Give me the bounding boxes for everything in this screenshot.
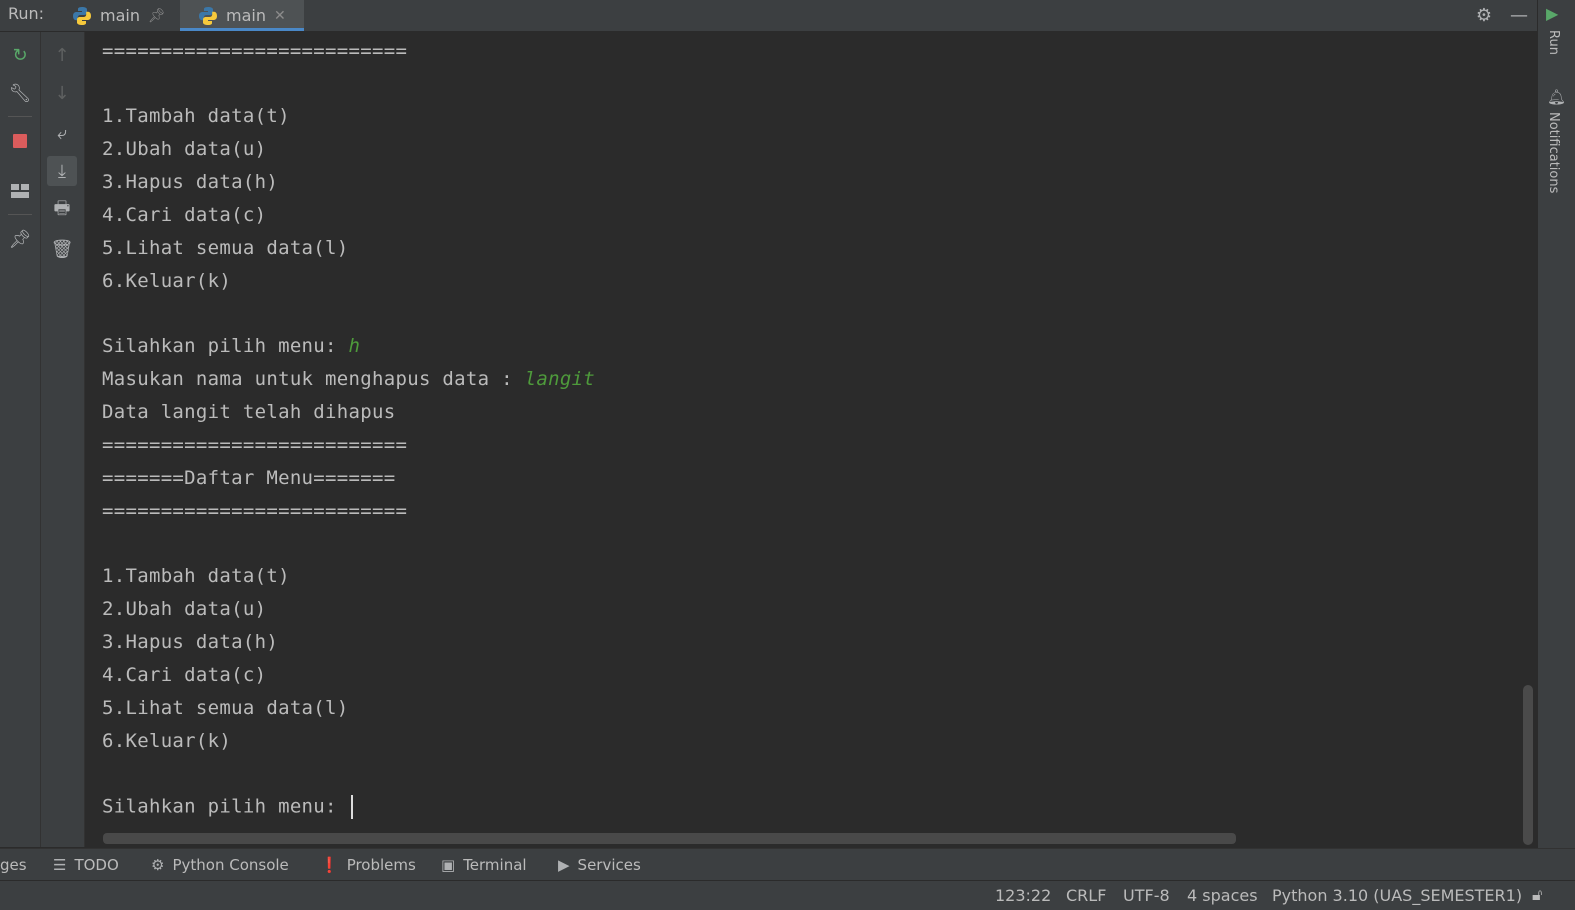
run-toolbar-primary: ↻ 🔧︎ 📌︎ [0,32,41,847]
arrow-down-icon[interactable]: ↓ [47,78,77,108]
tool-window-bar: ges ☰ TODO ⚙ Python Console ❗ Problems ▣ Ter… [0,848,1575,881]
python-console-icon: ⚙ [151,856,165,874]
console-line: 5.Lihat semua data(l) [102,237,349,259]
list-icon: ☰ [53,856,67,874]
services-icon: ▶ [558,856,570,874]
tool-window-partial[interactable]: ges [0,849,27,881]
console-line: 1.Tambah data(t) [102,105,290,127]
terminal-icon: ▣ [441,856,456,874]
prompt-text: Silahkan pilih menu: [102,335,349,357]
tool-label: Problems [346,856,416,874]
layout-icon[interactable] [5,176,35,206]
console-line: ========================== [102,40,408,62]
tab-label: main [100,6,140,25]
stop-icon[interactable] [5,126,35,156]
console-line: Silahkan pilih menu: h [102,335,360,357]
run-label: Run: [8,4,45,23]
rerun-icon[interactable]: ↻ [5,40,35,70]
horizontal-scrollbar[interactable] [103,833,1236,844]
soft-wrap-icon[interactable]: ⤶ [47,118,77,148]
tool-label: Services [577,856,641,874]
scroll-to-end-icon[interactable]: ⤓ [47,156,77,186]
prompt-text: Silahkan pilih menu: [102,795,349,818]
prompt-text: Masukan nama untuk menghapus data : [102,368,525,390]
tool-label: Python Console [172,856,289,874]
pin-tab-icon[interactable]: 📌︎ [5,224,35,254]
console-line: 2.Ubah data(u) [102,598,267,620]
print-icon[interactable]: 🖶 [47,196,77,226]
run-toolbar-secondary: ↑ ↓ ⤶ ⤓ 🖶 🗑︎ [41,32,85,847]
console-line: 1.Tambah data(t) [102,565,290,587]
console-line: ========================== [102,434,408,456]
run-tab-main-active[interactable]: main ✕ [180,0,304,31]
line-separator[interactable]: CRLF [1066,886,1106,905]
right-tool-strip: ▶ Run 🔔︎ Notifications [1537,0,1575,880]
console-line: 6.Keluar(k) [102,270,232,292]
separator [8,214,32,215]
user-input: langit [524,368,596,390]
arrow-up-icon[interactable]: ↑ [47,40,77,70]
console-line: 5.Lihat semua data(l) [102,697,349,719]
indent-setting[interactable]: 4 spaces [1187,886,1258,905]
vertical-scrollbar[interactable] [1523,685,1533,845]
run-tool-window-button[interactable]: Run [1546,30,1561,55]
tool-window-problems[interactable]: ❗ Problems [320,849,416,881]
run-play-icon[interactable]: ▶ [1546,4,1558,23]
console-line: Masukan nama untuk menghapus data : lang… [102,368,595,390]
tool-window-services[interactable]: ▶ Services [558,849,641,881]
minimize-icon[interactable]: — [1510,5,1528,26]
tab-label: main [226,6,266,25]
tool-label: TODO [74,856,119,874]
user-input: h [348,335,361,357]
tool-window-python-console[interactable]: ⚙ Python Console [151,849,289,881]
problems-icon: ❗ [320,856,339,874]
python-icon [73,6,91,25]
console-line: 3.Hapus data(h) [102,171,279,193]
tool-window-todo[interactable]: ☰ TODO [53,849,119,881]
console-line: =======Daftar Menu======= [102,467,396,489]
console-input-line[interactable]: Silahkan pilih menu: [102,795,353,819]
console-line: 3.Hapus data(h) [102,631,279,653]
run-panel-header: Run: main 📌︎ main ✕ ⚙ — [0,0,1540,32]
caret-position[interactable]: 123:22 [995,886,1051,905]
unlock-icon[interactable]: 🔓︎ [1532,885,1542,905]
console-line: 2.Ubah data(u) [102,138,267,160]
pin-icon[interactable]: 📌︎ [148,8,166,24]
console-line: ========================== [102,500,408,522]
file-encoding[interactable]: UTF-8 [1123,886,1170,905]
console-output[interactable]: ========================== 1.Tambah data… [86,32,1536,847]
close-icon[interactable]: ✕ [274,8,286,24]
tool-label: ges [0,856,27,874]
console-line: 6.Keluar(k) [102,730,232,752]
run-tab-main-pinned[interactable]: main 📌︎ [72,0,166,31]
tool-window-terminal[interactable]: ▣ Terminal [441,849,527,881]
notifications-tool-window-button[interactable]: Notifications [1546,112,1561,193]
trash-icon[interactable]: 🗑︎ [47,234,77,264]
bell-icon[interactable]: 🔔︎ [1547,88,1566,106]
python-icon [199,6,217,25]
wrench-icon[interactable]: 🔧︎ [5,78,35,108]
tool-label: Terminal [463,856,527,874]
gear-icon[interactable]: ⚙ [1476,5,1492,26]
python-interpreter[interactable]: Python 3.10 (UAS_SEMESTER1) [1272,886,1522,905]
console-line: Data langit telah dihapus [102,401,396,423]
text-cursor [350,795,353,819]
status-bar: 123:22 CRLF UTF-8 4 spaces Python 3.10 (… [0,880,1575,910]
separator [8,116,32,117]
console-line: 4.Cari data(c) [102,204,267,226]
run-header-actions: ⚙ — [1476,0,1528,31]
console-line: 4.Cari data(c) [102,664,267,686]
